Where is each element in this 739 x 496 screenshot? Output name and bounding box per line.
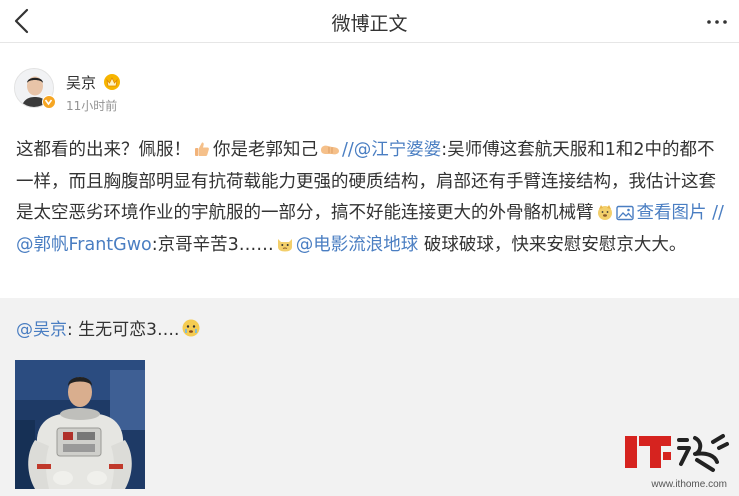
mention-link[interactable]: @江宁婆婆 xyxy=(354,140,442,160)
view-image-link[interactable]: 查看图片 xyxy=(615,203,707,223)
vip-member-icon[interactable] xyxy=(102,72,122,92)
thumbs-up-icon xyxy=(195,142,209,156)
repost-separator: // xyxy=(342,140,354,160)
crying-face-emoji-icon xyxy=(182,319,200,337)
cat-tears-emoji-icon xyxy=(277,238,292,251)
astronaut-photo xyxy=(15,360,145,489)
repost-text: @吴京: 生无可恋3…. xyxy=(16,318,203,341)
author-name[interactable]: 吴京 xyxy=(66,72,96,93)
weibo-post: 吴京 11小时前 这都看的出来？佩服！ 你是老郭知己//@江宁婆婆:吴师傅这套航天… xyxy=(0,43,739,296)
watermark-url: www.ithome.com xyxy=(651,479,727,490)
post-body: 这都看的出来？佩服！ 你是老郭知己//@江宁婆婆:吴师傅这套航天服和1和2中的都不… xyxy=(16,135,731,261)
mention-link[interactable]: @电影流浪地球 xyxy=(296,235,419,255)
mention-link[interactable]: @吴京 xyxy=(16,320,67,340)
view-image-label: 查看图片 xyxy=(636,203,707,223)
post-timestamp: 11小时前 xyxy=(66,99,118,113)
doge-emoji-icon xyxy=(597,205,612,220)
ithome-watermark: www.ithome.com xyxy=(623,430,733,490)
author-row: 吴京 xyxy=(66,71,122,93)
more-dots-icon xyxy=(707,20,727,24)
more-button[interactable] xyxy=(705,10,729,34)
verified-badge-icon xyxy=(42,95,56,109)
repost-photo[interactable] xyxy=(15,360,145,489)
top-nav-bar: 微博正文 xyxy=(0,0,739,43)
mention-link[interactable]: @郭帆FrantGwo xyxy=(16,235,152,255)
image-icon xyxy=(615,205,634,221)
post-text-segment: 破球破球，快来安慰安慰京大大。 xyxy=(418,234,687,255)
post-text-segment: :京哥辛苦3…… xyxy=(151,234,274,255)
fist-bump-icon xyxy=(321,145,339,155)
post-text-segment: 你是老郭知己 xyxy=(213,140,318,160)
repost-separator: // xyxy=(706,203,724,223)
repost-caption: : 生无可恋3…. xyxy=(67,320,180,340)
page-title: 微博正文 xyxy=(331,13,408,35)
post-text-segment: 这都看的出来？佩服！ xyxy=(16,140,191,160)
ithome-logo xyxy=(625,434,729,472)
